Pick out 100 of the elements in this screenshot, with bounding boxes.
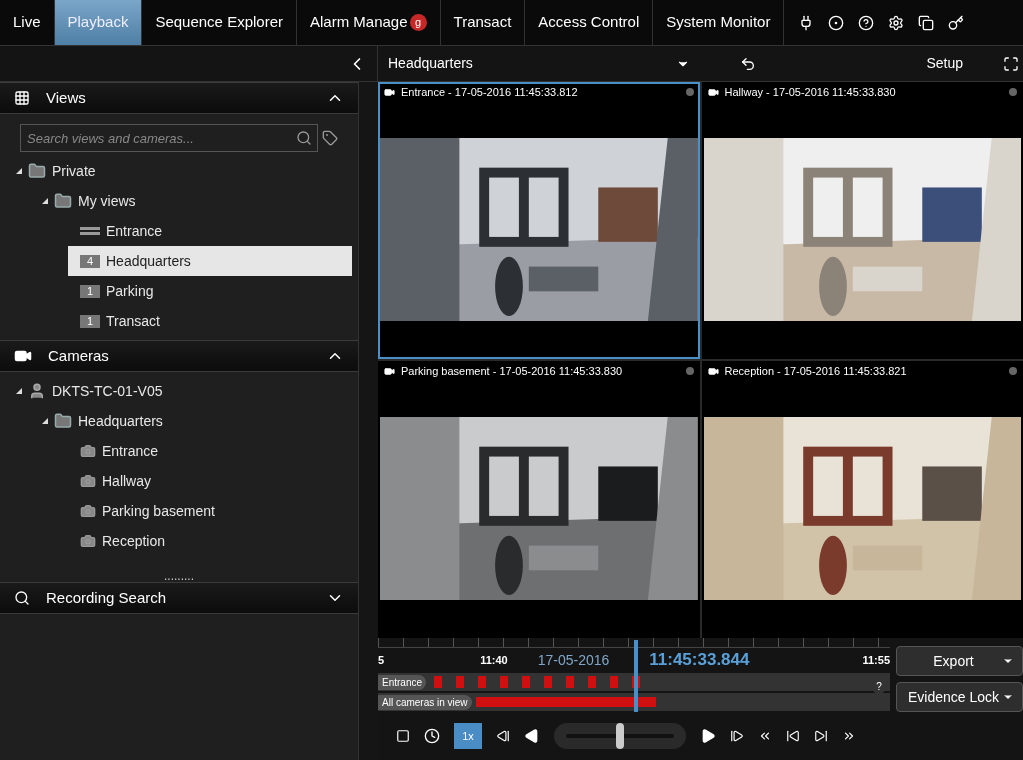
expand-arrow-icon[interactable]: [42, 418, 48, 424]
video-tile[interactable]: Reception - 17-05-2016 11:45:33.821: [701, 361, 1023, 638]
expand-arrow-icon[interactable]: [16, 168, 22, 174]
panel-title: Cameras: [48, 345, 110, 366]
timeline-time: 11:45:33.844: [649, 649, 750, 672]
track-label: Entrance: [378, 674, 427, 690]
tab[interactable]: Live: [0, 0, 55, 45]
tick-label: 5: [378, 652, 385, 668]
tree-item[interactable]: Hallway: [68, 466, 352, 496]
skip-start-icon[interactable]: [758, 729, 772, 743]
camera-icon: [80, 473, 96, 489]
panel-header[interactable]: Recording Search: [0, 582, 358, 614]
panel-header[interactable]: Cameras: [0, 340, 358, 372]
skip-end-icon[interactable]: [842, 729, 856, 743]
tree-item[interactable]: Entrance: [68, 436, 352, 466]
search-icon: [14, 590, 30, 606]
tree-label: Entrance: [102, 441, 159, 461]
tree-label: DKTS-TC-01-V05: [52, 381, 163, 401]
tree-item[interactable]: Entrance: [68, 216, 352, 246]
tree-label: Hallway: [102, 471, 151, 491]
tree-item[interactable]: My views: [42, 186, 352, 216]
search-field[interactable]: Search views and cameras...: [20, 124, 318, 152]
tree-label: Transact: [106, 311, 160, 331]
tree-item[interactable]: Parking basement: [68, 496, 352, 526]
camera-icon: [80, 443, 96, 459]
step-back-icon[interactable]: [496, 729, 510, 743]
tick-label: 11:55: [862, 652, 890, 668]
settings-icon[interactable]: [888, 14, 905, 31]
play-icon[interactable]: [700, 728, 716, 744]
video-title: Reception - 17-05-2016 11:45:33.821: [724, 363, 908, 379]
tree-label: Reception: [102, 531, 166, 551]
timeline-date: 17-05-2016: [537, 650, 610, 670]
action-button[interactable]: Evidence Lock: [896, 682, 1023, 712]
step-forward-icon[interactable]: [730, 729, 744, 743]
notification-badge: g: [409, 14, 427, 31]
tree-label: Private: [52, 161, 96, 181]
jog-slider[interactable]: [554, 723, 686, 749]
fit-icon[interactable]: [396, 729, 410, 743]
tree-label: My views: [78, 191, 136, 211]
server-icon: [28, 382, 46, 400]
folder-icon: [28, 162, 46, 180]
setup-button[interactable]: Setup: [926, 53, 963, 74]
video-camera-icon: [384, 365, 395, 377]
tree-item[interactable]: 1 Parking: [68, 276, 352, 306]
tree-label: Entrance: [106, 221, 163, 241]
view-count-badge: 1: [80, 314, 100, 328]
key-icon[interactable]: [948, 14, 965, 31]
grid-icon: [14, 90, 30, 106]
video-tile[interactable]: Entrance - 17-05-2016 11:45:33.812: [378, 82, 700, 359]
search-icon[interactable]: [296, 130, 312, 146]
video-tile[interactable]: Hallway - 17-05-2016 11:45:33.830: [701, 82, 1023, 359]
scrollbar[interactable]: [358, 82, 378, 760]
video-title: Parking basement - 17-05-2016 11:45:33.830: [401, 363, 624, 379]
tree-item[interactable]: 4 Headquarters: [68, 246, 352, 276]
help-icon[interactable]: [858, 14, 875, 31]
video-camera-icon: [707, 365, 719, 377]
layout-icon: [80, 227, 100, 235]
expand-arrow-icon[interactable]: [42, 198, 48, 204]
view-dropdown[interactable]: Headquarters: [378, 53, 700, 74]
tree-item[interactable]: DKTS-TC-01-V05: [16, 376, 352, 406]
camera-icon: [80, 533, 96, 549]
tag-icon[interactable]: [322, 130, 338, 146]
tree-item[interactable]: Private: [16, 156, 352, 186]
video-camera-icon: [707, 86, 719, 98]
folder-icon: [54, 412, 72, 430]
tab[interactable]: Access Control: [525, 0, 654, 45]
expand-arrow-icon[interactable]: [16, 388, 22, 394]
view-count-badge: 4: [80, 254, 100, 268]
video-camera-icon: [384, 86, 395, 98]
action-button[interactable]: Export: [896, 646, 1023, 676]
view-count-badge: 1: [80, 284, 100, 298]
slider-thumb[interactable]: [616, 723, 624, 749]
tab[interactable]: Transact: [440, 0, 526, 45]
panel-title: Views: [46, 87, 87, 108]
tree-label: Parking basement: [102, 501, 215, 521]
folder-icon: [54, 192, 72, 210]
fullscreen-icon[interactable]: [1003, 55, 1019, 72]
tick-label: 11:40: [480, 652, 508, 668]
tree-item[interactable]: Reception: [68, 526, 352, 556]
video-title: Hallway - 17-05-2016 11:45:33.830: [724, 84, 897, 100]
tab[interactable]: System Monitor: [653, 0, 785, 45]
track-label: All cameras in view: [378, 694, 472, 710]
tree-item[interactable]: Headquarters: [42, 406, 352, 436]
play-reverse-icon[interactable]: [524, 728, 540, 744]
panel-header[interactable]: Views: [0, 82, 358, 114]
previous-icon[interactable]: [786, 729, 800, 743]
clock-icon[interactable]: [424, 728, 440, 744]
dot-icon[interactable]: [828, 14, 845, 31]
tree-item[interactable]: 1 Transact: [68, 306, 352, 336]
panel-title: Recording Search: [46, 587, 168, 608]
tab[interactable]: Sequence Explorer: [142, 0, 297, 45]
speed-button[interactable]: 1x: [454, 723, 482, 749]
tree-label: Headquarters: [78, 411, 163, 431]
undo-icon[interactable]: [740, 55, 756, 72]
resize-handle[interactable]: .........: [164, 570, 194, 582]
camera-icon: [80, 503, 96, 519]
video-tile[interactable]: Parking basement - 17-05-2016 11:45:33.830: [378, 361, 700, 638]
next-icon[interactable]: [814, 729, 828, 743]
tab[interactable]: Alarm Manage g: [297, 0, 441, 45]
windows-icon[interactable]: [918, 14, 935, 31]
